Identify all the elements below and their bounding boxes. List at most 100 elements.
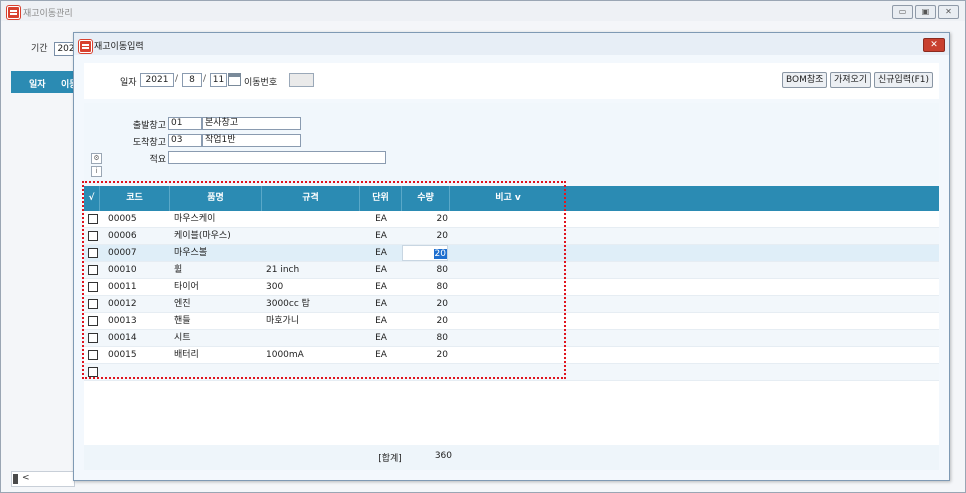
close-button[interactable]: ✕ xyxy=(938,5,959,19)
cell-spec[interactable]: 300 xyxy=(266,279,358,295)
cell-code[interactable] xyxy=(108,364,168,380)
cell-unit[interactable] xyxy=(360,364,402,380)
cell-spec[interactable]: 3000cc 탑 xyxy=(266,296,358,312)
row-checkbox[interactable] xyxy=(88,265,98,275)
cell-unit[interactable]: EA xyxy=(360,262,402,278)
cell-unit[interactable]: EA xyxy=(360,296,402,312)
cell-name[interactable]: 휠 xyxy=(174,262,260,278)
year-input[interactable]: 2021 xyxy=(140,73,174,87)
row-checkbox[interactable] xyxy=(88,333,98,343)
header-qty[interactable]: 수량 xyxy=(402,186,450,211)
cell-qty[interactable]: 20 xyxy=(402,211,448,227)
cell-qty[interactable]: 20 xyxy=(402,245,448,261)
row-checkbox[interactable] xyxy=(88,248,98,258)
cell-code[interactable]: 00013 xyxy=(108,313,168,329)
cell-spec[interactable]: 21 inch xyxy=(266,262,358,278)
row-checkbox[interactable] xyxy=(88,299,98,309)
cell-code[interactable]: 00006 xyxy=(108,228,168,244)
table-row[interactable]: 00015 배터리 1000mA EA 20 xyxy=(84,347,939,364)
table-row[interactable]: 00012 엔진 3000cc 탑 EA 20 xyxy=(84,296,939,313)
cell-name[interactable]: 배터리 xyxy=(174,347,260,363)
cell-name[interactable]: 핸들 xyxy=(174,313,260,329)
cell-code[interactable]: 00010 xyxy=(108,262,168,278)
qty-selected-text[interactable]: 20 xyxy=(433,249,447,259)
row-checkbox[interactable] xyxy=(88,282,98,292)
cell-name[interactable]: 마우스볼 xyxy=(174,245,260,261)
cell-spec[interactable] xyxy=(266,211,358,227)
gear-icon[interactable]: ⚙ xyxy=(91,153,102,164)
cell-unit[interactable]: EA xyxy=(360,347,402,363)
cell-unit[interactable]: EA xyxy=(360,211,402,227)
memo-input[interactable] xyxy=(168,151,386,164)
new-entry-button[interactable]: 신규입력(F1) xyxy=(874,72,934,88)
cell-name[interactable]: 시트 xyxy=(174,330,260,346)
cell-code[interactable]: 00015 xyxy=(108,347,168,363)
month-input[interactable]: 8 xyxy=(182,73,202,87)
cell-name[interactable] xyxy=(174,364,260,380)
row-checkbox[interactable] xyxy=(88,350,98,360)
table-row[interactable]: 00005 마우스케이 EA 20 xyxy=(84,211,939,228)
cell-name[interactable]: 케이블(마우스) xyxy=(174,228,260,244)
header-code[interactable]: 코드 xyxy=(100,186,170,211)
cell-qty[interactable] xyxy=(402,364,448,380)
move-number-input[interactable] xyxy=(289,73,314,87)
cell-qty[interactable]: 20 xyxy=(402,296,448,312)
cell-name[interactable]: 타이어 xyxy=(174,279,260,295)
dialog-close-button[interactable]: ✕ xyxy=(923,38,945,52)
header-check[interactable]: √ xyxy=(84,186,100,211)
from-warehouse-code[interactable]: 01 xyxy=(168,117,202,130)
cell-spec[interactable] xyxy=(266,245,358,261)
cell-qty[interactable]: 20 xyxy=(402,313,448,329)
header-name[interactable]: 품명 xyxy=(170,186,262,211)
day-input[interactable]: 11 xyxy=(210,73,227,87)
cell-unit[interactable]: EA xyxy=(360,228,402,244)
table-row[interactable]: 00013 핸들 마호가니 EA 20 xyxy=(84,313,939,330)
cell-spec[interactable] xyxy=(266,364,358,380)
header-unit[interactable]: 단위 xyxy=(360,186,402,211)
fetch-button[interactable]: 가져오기 xyxy=(830,72,872,88)
table-row[interactable]: 00010 휠 21 inch EA 80 xyxy=(84,262,939,279)
cell-code[interactable]: 00011 xyxy=(108,279,168,295)
cell-spec[interactable] xyxy=(266,330,358,346)
scroll-thumb[interactable] xyxy=(13,474,18,484)
cell-unit[interactable]: EA xyxy=(360,313,402,329)
to-warehouse-code[interactable]: 03 xyxy=(168,134,202,147)
cell-code[interactable]: 00007 xyxy=(108,245,168,261)
cell-qty[interactable]: 20 xyxy=(402,228,448,244)
row-checkbox[interactable] xyxy=(88,316,98,326)
horizontal-scrollbar[interactable]: < xyxy=(11,471,75,487)
scroll-left-icon[interactable]: < xyxy=(22,473,30,483)
bom-reference-button[interactable]: BOM참조 xyxy=(782,72,828,88)
table-row[interactable] xyxy=(84,364,939,381)
minimize-button[interactable]: ▭ xyxy=(892,5,913,19)
row-checkbox[interactable] xyxy=(88,231,98,241)
cell-spec[interactable]: 마호가니 xyxy=(266,313,358,329)
cell-name[interactable]: 마우스케이 xyxy=(174,211,260,227)
cell-spec[interactable]: 1000mA xyxy=(266,347,358,363)
cell-qty[interactable]: 80 xyxy=(402,279,448,295)
cell-qty[interactable]: 80 xyxy=(402,262,448,278)
table-row[interactable]: 00007 마우스볼 EA 20 xyxy=(84,245,939,262)
maximize-button[interactable]: ▣ xyxy=(915,5,936,19)
cell-qty[interactable]: 80 xyxy=(402,330,448,346)
cell-code[interactable]: 00005 xyxy=(108,211,168,227)
cell-qty[interactable]: 20 xyxy=(402,347,448,363)
info-icon[interactable]: i xyxy=(91,166,102,177)
cell-unit[interactable]: EA xyxy=(360,279,402,295)
cell-name[interactable]: 엔진 xyxy=(174,296,260,312)
cell-spec[interactable] xyxy=(266,228,358,244)
calendar-icon[interactable] xyxy=(228,73,241,86)
cell-code[interactable]: 00014 xyxy=(108,330,168,346)
table-row[interactable]: 00014 시트 EA 80 xyxy=(84,330,939,347)
table-row[interactable]: 00011 타이어 300 EA 80 xyxy=(84,279,939,296)
to-warehouse-name[interactable]: 작업1반 xyxy=(202,134,301,147)
cell-unit[interactable]: EA xyxy=(360,330,402,346)
cell-code[interactable]: 00012 xyxy=(108,296,168,312)
row-checkbox[interactable] xyxy=(88,214,98,224)
row-checkbox[interactable] xyxy=(88,367,98,377)
table-row[interactable]: 00006 케이블(마우스) EA 20 xyxy=(84,228,939,245)
cell-unit[interactable]: EA xyxy=(360,245,402,261)
header-note[interactable]: 비고 v xyxy=(450,186,566,211)
from-warehouse-name[interactable]: 본사창고 xyxy=(202,117,301,130)
header-spec[interactable]: 규격 xyxy=(262,186,360,211)
